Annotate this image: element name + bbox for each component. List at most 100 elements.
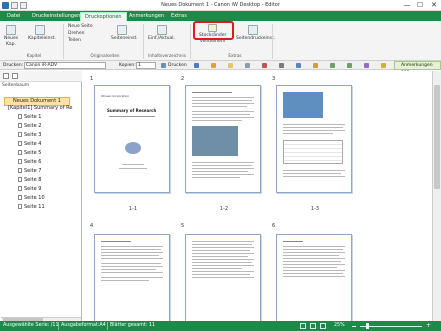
page-icon xyxy=(18,204,22,209)
tree-page-item[interactable]: Seite 9 xyxy=(18,186,41,193)
page-thumbnail-5[interactable] xyxy=(185,234,261,324)
zoom-out-icon[interactable] xyxy=(352,326,356,327)
sheets-total-status: Blätter gesamt: 11 xyxy=(110,323,156,328)
single-page-view-icon[interactable] xyxy=(300,323,306,329)
redo-icon[interactable] xyxy=(347,63,352,68)
tree-page-item[interactable]: Seite 3 xyxy=(18,132,41,139)
page-tree-panel: Neues Dokument 1 [Kapitel1] Summary of R… xyxy=(0,71,82,321)
tree-page-label: Seite 5 xyxy=(24,150,42,156)
tree-page-item[interactable]: Seite 2 xyxy=(18,123,41,130)
tree-page-label: Seite 8 xyxy=(24,177,42,183)
fit-page-icon[interactable] xyxy=(320,323,326,329)
printer-label: Drucken: xyxy=(3,63,24,68)
group-extras-label: Extras xyxy=(228,53,242,58)
tree-page-label: Seite 3 xyxy=(24,132,42,138)
page-thumbnail-3[interactable] xyxy=(276,85,352,193)
page-table xyxy=(283,140,343,164)
new-chapter-button-line2[interactable]: Kap. xyxy=(6,42,16,48)
show-annotations-button[interactable]: Anmerkungen anz. xyxy=(394,61,441,75)
page-photo xyxy=(192,126,238,156)
group-separator xyxy=(190,24,191,59)
page-label: 1-1 xyxy=(128,206,138,212)
tree-page-item[interactable]: Seite 10 xyxy=(18,195,45,202)
page-settings-small-icon[interactable] xyxy=(245,63,250,68)
tree-page-item[interactable]: Seite 6 xyxy=(18,159,41,166)
selected-series-status: Ausgewählte Serie: /11 xyxy=(3,323,59,328)
print-button[interactable]: Drucken xyxy=(168,62,187,69)
page-photo xyxy=(283,92,323,118)
zoom-in-icon[interactable]: + xyxy=(426,322,431,330)
page-icon xyxy=(18,195,22,200)
page-thumbnail-6[interactable] xyxy=(276,234,352,324)
tree-page-item[interactable]: Seite 11 xyxy=(18,204,45,211)
tree-chapter[interactable]: [Kapitel1] Summary of Re xyxy=(8,105,72,112)
group-separator xyxy=(143,24,144,59)
chapter-settings-button[interactable]: Kapiteleinst. xyxy=(28,36,56,42)
paste-icon[interactable] xyxy=(313,63,318,68)
window-title: Neues Dokument 1 - Canon iW Desktop - Ed… xyxy=(161,2,280,8)
tree-page-label: Seite 2 xyxy=(24,123,42,129)
tab-druckoptionen[interactable]: Druckoptionen xyxy=(80,12,127,21)
new-page-button[interactable]: Neue Seite xyxy=(68,24,93,30)
delete-icon[interactable] xyxy=(262,63,267,68)
page-number: 6 xyxy=(272,223,276,229)
rotate-button[interactable]: Drehen xyxy=(68,31,84,37)
page-settings-button[interactable]: Seiteneinst. xyxy=(111,36,138,42)
insert-update-toc-button[interactable]: Einf./Aktual. xyxy=(148,36,175,42)
printer-select[interactable]: Canon iR-ADV xyxy=(24,62,106,69)
page-number: 5 xyxy=(181,223,185,229)
zoom-slider-handle[interactable] xyxy=(366,323,369,329)
stamp-icon[interactable] xyxy=(228,63,233,68)
chapter-settings-icon xyxy=(35,25,45,35)
maximize-button[interactable]: ☐ xyxy=(413,0,427,11)
output-format-status: Ausgabeformat:A4 xyxy=(61,323,106,328)
page-print-settings-button[interactable]: Seitendruckeinst. xyxy=(236,36,275,42)
page-thumbnail-4[interactable] xyxy=(94,234,170,324)
minimize-button[interactable]: — xyxy=(400,0,414,11)
close-button[interactable]: ✕ xyxy=(427,0,441,11)
highlight-box xyxy=(193,21,234,40)
tree-page-label: Seite 1 xyxy=(24,114,42,120)
page-company: Ohsea Corporation xyxy=(101,94,130,98)
page-icon xyxy=(18,132,22,137)
tab-anmerkungen[interactable]: Anmerkungen xyxy=(125,12,168,21)
tab-datei[interactable]: Datei xyxy=(3,12,24,21)
undo-icon[interactable] xyxy=(330,63,335,68)
tree-page-label: Seite 10 xyxy=(24,195,45,201)
title-bar: Neues Dokument 1 - Canon iW Desktop - Ed… xyxy=(0,0,441,11)
tab-druckeinstellungen[interactable]: Druckeinstellungen xyxy=(28,12,84,21)
menu-bar: Datei Druckeinstellungen Druckoptionen A… xyxy=(0,11,441,21)
group-separator xyxy=(63,24,64,59)
multi-page-view-icon[interactable] xyxy=(310,323,316,329)
page-heading: Summary of Research xyxy=(107,108,157,113)
tree-page-item[interactable]: Seite 5 xyxy=(18,150,41,157)
page-thumbnail-2[interactable] xyxy=(185,85,261,193)
split-button[interactable]: Teilen xyxy=(68,38,81,44)
tree-view-icon[interactable] xyxy=(3,73,9,79)
page-tree-toolbar xyxy=(0,71,82,82)
tree-page-item[interactable]: Seite 1 xyxy=(18,114,41,121)
page-thumbnail-area: 1 Ohsea Corporation Summary of Research … xyxy=(83,71,432,324)
tree-page-item[interactable]: Seite 8 xyxy=(18,177,41,184)
print-toolbar: Drucken: Canon iR-ADV Kopien: 1 Drucken … xyxy=(0,61,441,75)
tree-page-item[interactable]: Seite 7 xyxy=(18,168,41,175)
copies-label: Kopien: xyxy=(119,63,136,68)
preview-icon[interactable] xyxy=(194,63,199,68)
tab-extras[interactable]: Extras xyxy=(167,12,191,21)
annotation-icon[interactable] xyxy=(381,63,386,68)
copy-icon[interactable] xyxy=(296,63,301,68)
scrollbar-thumb[interactable] xyxy=(434,85,440,189)
toc-icon xyxy=(157,25,167,35)
page-icon xyxy=(18,123,22,128)
zoom-slider-track[interactable] xyxy=(360,326,422,327)
page-thumbnail-1[interactable]: Ohsea Corporation Summary of Research xyxy=(94,85,170,193)
page-number: 3 xyxy=(272,76,276,82)
cut-icon[interactable] xyxy=(279,63,284,68)
zoom-icon[interactable] xyxy=(364,63,369,68)
copies-input[interactable]: 1 xyxy=(136,62,156,69)
main-vertical-scrollbar[interactable] xyxy=(432,71,441,321)
new-chapter-icon xyxy=(6,25,16,35)
tree-page-item[interactable]: Seite 4 xyxy=(18,141,41,148)
thumbnail-view-icon[interactable] xyxy=(12,73,18,79)
open-folder-icon[interactable] xyxy=(211,63,216,68)
